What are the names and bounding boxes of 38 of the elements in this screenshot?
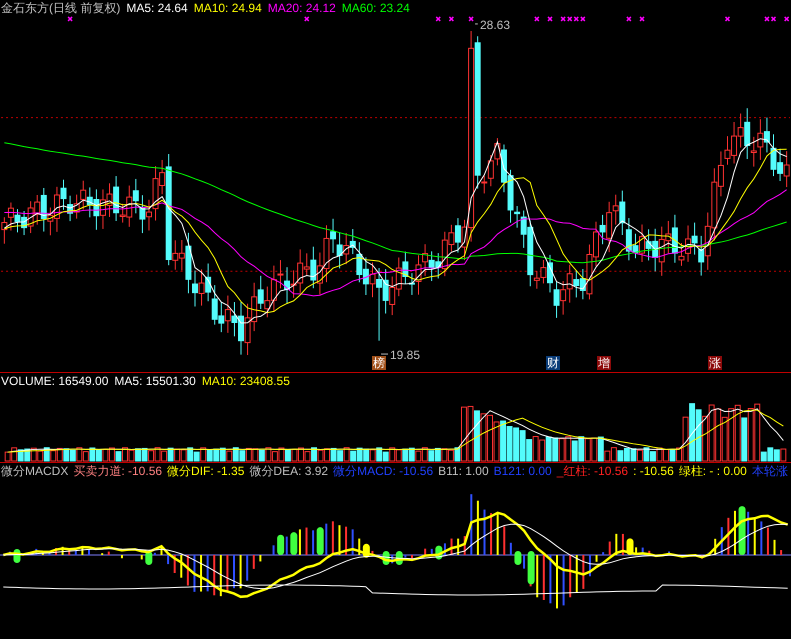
macd-indicator-value: B121: 0.00 <box>494 463 552 479</box>
leader-line <box>474 23 478 24</box>
cross-marker-icon <box>67 16 73 22</box>
cross-marker-icon <box>639 16 645 22</box>
event-badge[interactable]: 涨 <box>708 356 722 370</box>
volume-indicator-value: VOLUME: 16549.00 <box>1 373 108 389</box>
event-badge[interactable]: 财 <box>546 356 560 370</box>
macd-indicator-value: 微分DEA: 3.92 <box>249 463 328 479</box>
cross-marker-icon <box>547 16 553 22</box>
macd-indicator-value: _红柱: -10.56 <box>556 463 628 479</box>
event-badge[interactable]: 增 <box>597 356 612 370</box>
cross-marker-icon <box>534 16 540 22</box>
leader-line <box>380 354 389 355</box>
high-price-label: 28.63 <box>480 18 510 32</box>
volume-indicator-value: MA5: 15501.30 <box>114 373 196 389</box>
cross-marker-icon <box>448 16 454 22</box>
low-price-label: 19.85 <box>390 348 420 362</box>
cross-marker-icon <box>304 16 310 22</box>
macd-indicator-value: 微分MACDX <box>1 463 68 479</box>
moving-average-value: MA20: 24.12 <box>268 0 336 16</box>
cross-marker-icon <box>626 16 632 22</box>
cross-marker-icon <box>435 16 441 22</box>
macd-indicator-value: 本轮涨 <box>752 463 788 479</box>
macd-indicator-value: B11: 1.00 <box>438 463 489 479</box>
macd-indicator-value: : -10.56 <box>633 463 674 479</box>
macd-indicator-value: 微分MACD: -10.56 <box>333 463 434 479</box>
chart-title: 金石东方(日线 前复权) <box>1 0 120 16</box>
cross-marker-icon <box>784 16 790 22</box>
moving-average-value: MA5: 24.64 <box>126 0 188 16</box>
volume-indicator-value: MA10: 23408.55 <box>202 373 290 389</box>
moving-average-value: MA10: 24.94 <box>194 0 262 16</box>
macd-indicator-value: 绿柱: - : 0.00 <box>678 463 747 479</box>
event-badge[interactable]: 榜 <box>372 356 386 370</box>
macd-indicator-value: 买卖力道: -10.56 <box>73 463 162 479</box>
cross-marker-icon <box>724 16 730 22</box>
macd-indicator-value: 微分DIF: -1.35 <box>167 463 244 479</box>
cross-marker-icon <box>468 16 474 22</box>
moving-average-value: MA60: 23.24 <box>342 0 410 16</box>
